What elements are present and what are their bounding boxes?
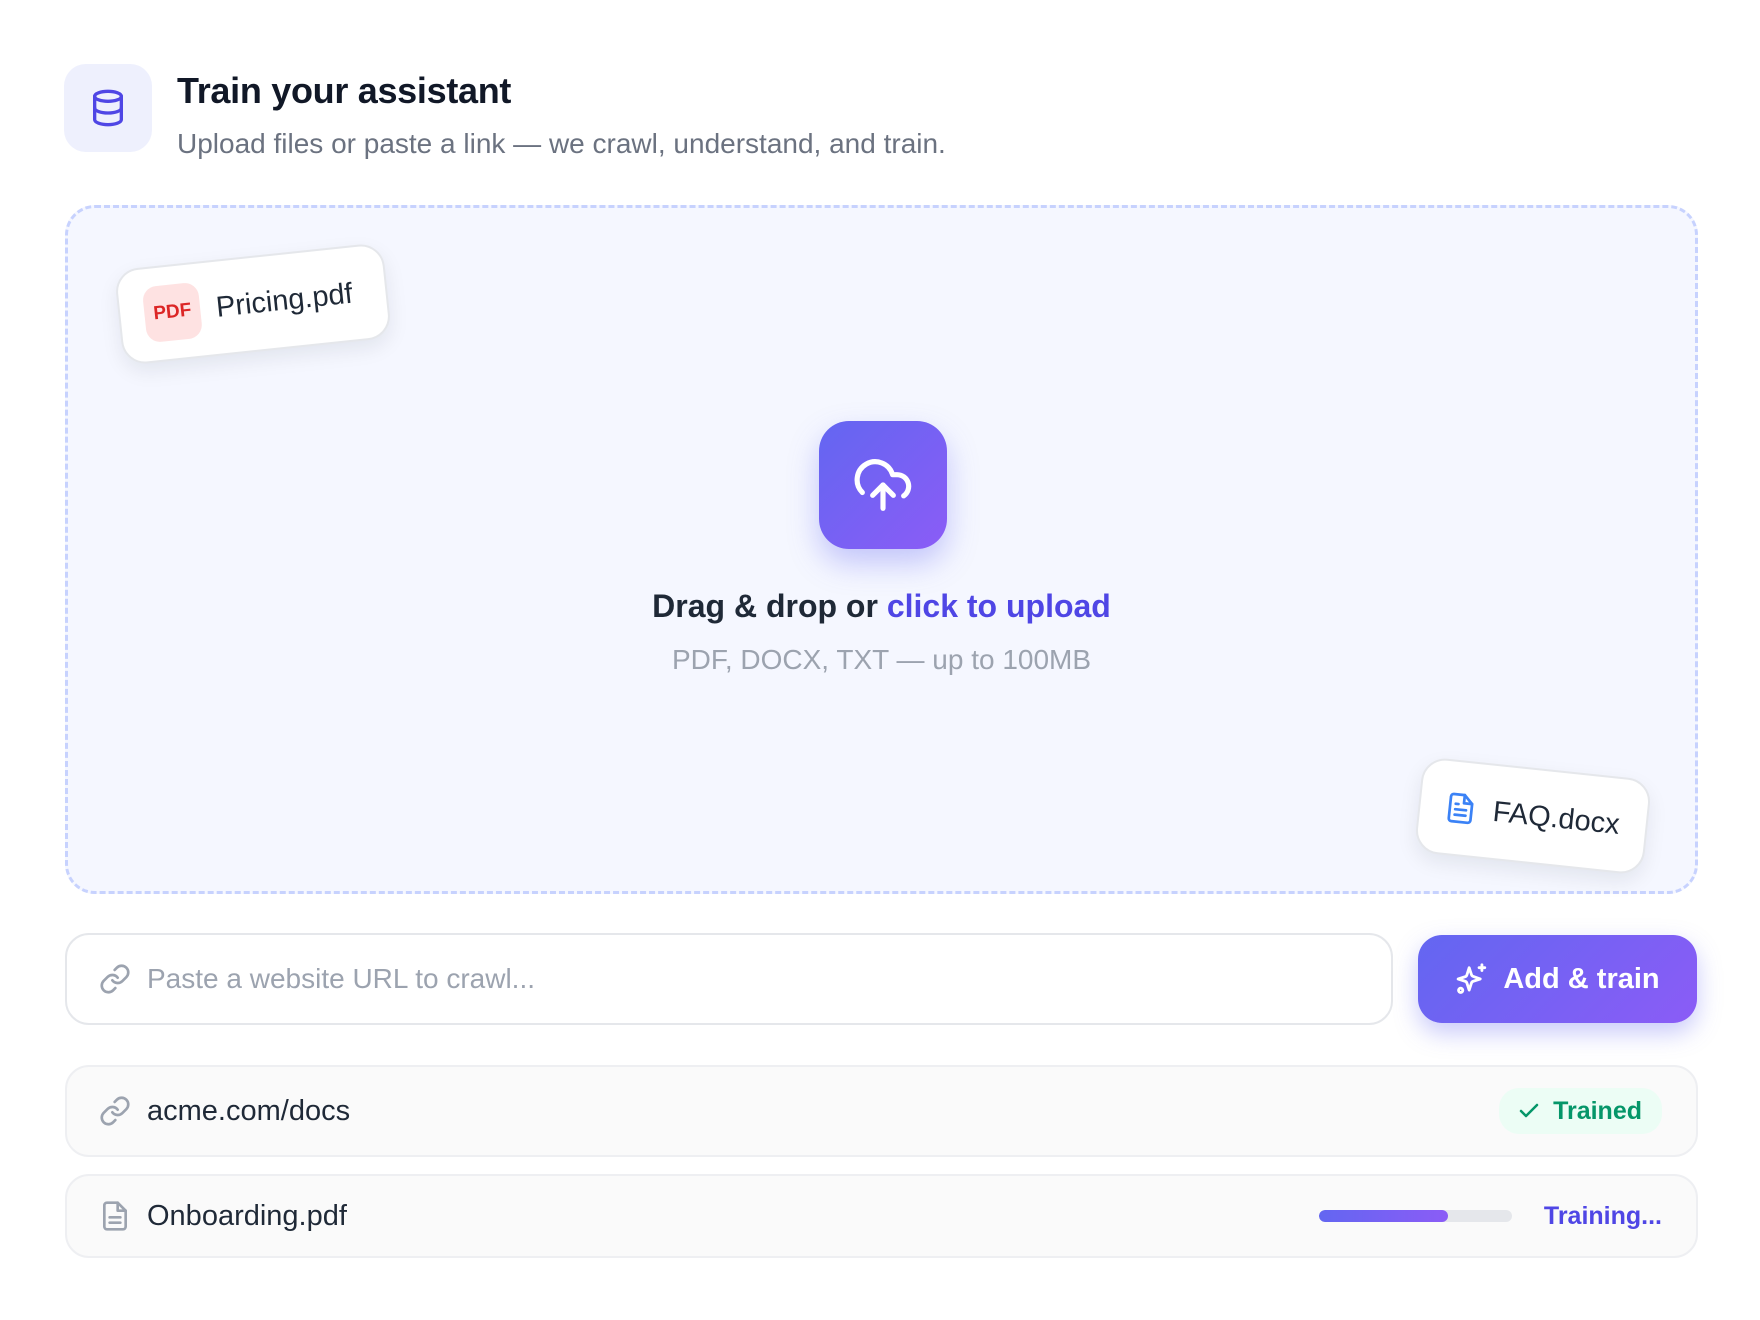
source-name: Onboarding.pdf	[147, 1199, 347, 1232]
dropzone-prompt: Drag & drop or click to upload	[68, 588, 1695, 625]
link-icon	[100, 1096, 130, 1126]
click-to-upload-link[interactable]: click to upload	[887, 588, 1111, 624]
link-icon	[100, 964, 130, 994]
file-icon	[103, 1201, 127, 1231]
floating-file-name: Pricing.pdf	[214, 277, 355, 324]
source-name: acme.com/docs	[147, 1094, 351, 1127]
file-dropzone[interactable]: PDF Pricing.pdf Drag & drop or click to …	[65, 205, 1698, 894]
training-progress-fill	[1318, 1210, 1449, 1222]
cloud-upload-icon	[854, 459, 912, 511]
dropzone-prompt-text: Drag & drop or	[652, 588, 887, 624]
page-subtitle: Upload files or paste a link — we crawl,…	[177, 128, 946, 159]
add-and-train-button[interactable]: Add & train	[1418, 935, 1697, 1023]
add-and-train-label: Add & train	[1503, 962, 1660, 995]
floating-file-pricing: PDF Pricing.pdf	[113, 242, 393, 366]
header-icon-tile	[64, 64, 152, 152]
dropzone-hint: PDF, DOCX, TXT — up to 100MB	[671, 644, 1092, 675]
source-row[interactable]: Onboarding.pdf Training...	[65, 1174, 1698, 1258]
status-text: Trained	[1553, 1096, 1642, 1125]
document-icon	[1447, 792, 1474, 825]
check-icon	[1519, 1103, 1539, 1118]
floating-file-faq: FAQ.docx	[1413, 756, 1653, 876]
training-progress-bar	[1318, 1210, 1512, 1222]
floating-file-name: FAQ.docx	[1491, 795, 1622, 841]
sparkles-icon	[1457, 963, 1487, 994]
status-badge-trained: Trained	[1499, 1088, 1662, 1134]
url-field[interactable]	[65, 933, 1393, 1025]
status-text: Training...	[1543, 1201, 1662, 1230]
pdf-file-icon: PDF	[141, 281, 204, 344]
page-title: Train your assistant	[177, 70, 512, 111]
database-icon	[93, 89, 124, 127]
url-input[interactable]	[147, 935, 1363, 1023]
source-row[interactable]: acme.com/docs Trained	[65, 1065, 1698, 1157]
upload-button[interactable]	[819, 421, 947, 549]
